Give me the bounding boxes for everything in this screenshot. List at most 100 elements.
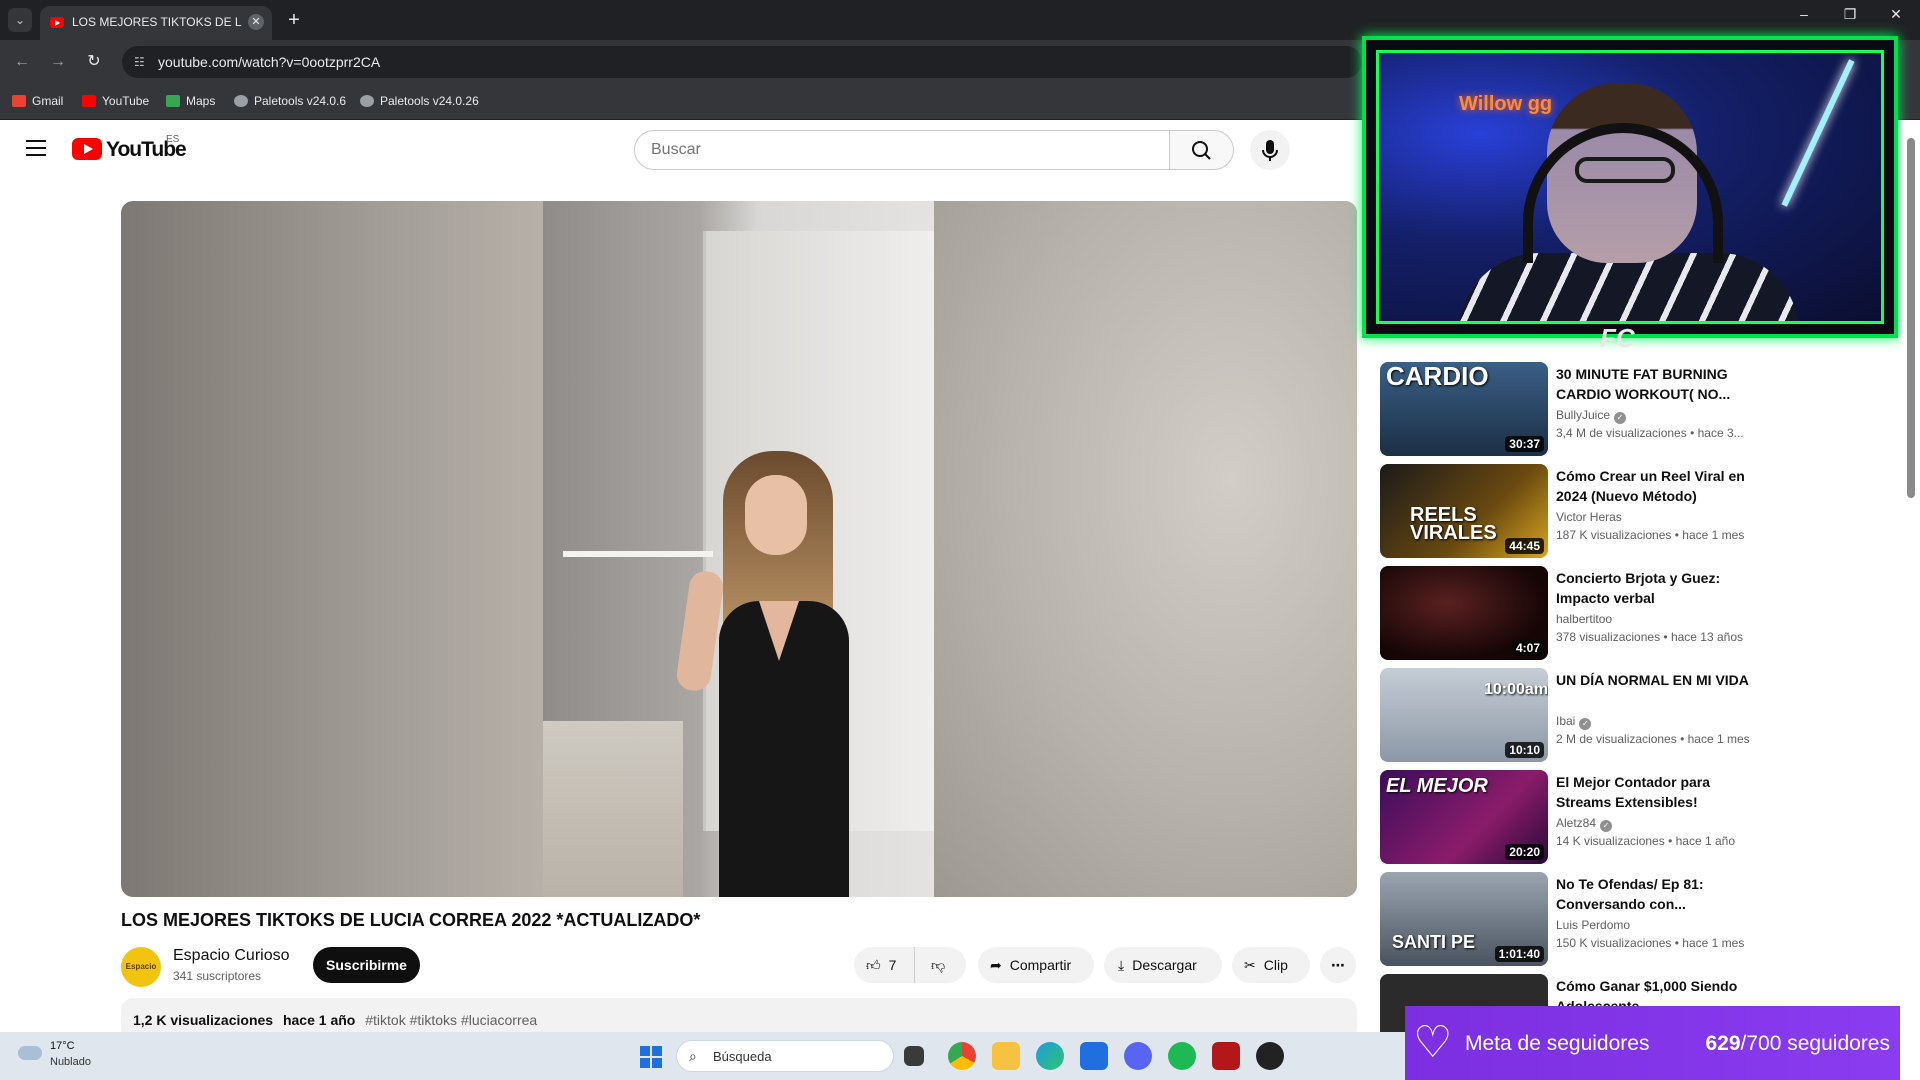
video-player[interactable]	[121, 201, 1357, 897]
task-view-icon[interactable]	[904, 1046, 924, 1066]
obs-icon[interactable]	[1256, 1042, 1284, 1070]
page-scrollbar[interactable]	[1902, 120, 1920, 1032]
bookmark-paletools-1[interactable]: Paletools v24.0.6	[234, 94, 346, 108]
recommended-channel[interactable]: BullyJuice	[1556, 408, 1610, 422]
download-button[interactable]: ⤓ Descargar	[1104, 947, 1222, 983]
taskbar-search-placeholder: Búsqueda	[713, 1049, 772, 1064]
recommended-channel[interactable]: Ibai	[1556, 714, 1575, 728]
goal-label: Meta de seguidores	[1465, 1032, 1650, 1055]
thumbs-down-icon: 👎︎	[931, 957, 946, 973]
channel-name[interactable]: Espacio Curioso	[173, 947, 290, 965]
video-thumbnail[interactable]: REELS VIRALES 44:45	[1380, 464, 1548, 558]
video-duration: 10:10	[1505, 742, 1544, 758]
recommended-video[interactable]: SANTI PE 1:01:40 No Te Ofendas/ Ep 81: C…	[1380, 872, 1780, 966]
browser-tabstrip: ⌄ LOS MEJORES TIKTOKS DE LUC ✕ + – ❐ ✕	[0, 0, 1920, 40]
menu-icon[interactable]	[26, 140, 46, 156]
close-window-button[interactable]: ✕	[1876, 6, 1916, 23]
microphone-icon	[1262, 140, 1278, 161]
webcam-scene: Willow gg	[1376, 50, 1884, 324]
voicemeeter-icon[interactable]	[1212, 1042, 1240, 1070]
reload-button[interactable]: ↻	[82, 50, 106, 74]
recommended-video[interactable]: CARDIO 30:37 30 MINUTE FAT BURNING CARDI…	[1380, 362, 1780, 456]
video-frame	[543, 201, 934, 897]
tab-close-icon[interactable]: ✕	[248, 14, 264, 30]
spotify-icon[interactable]	[1168, 1042, 1196, 1070]
minimize-button[interactable]: –	[1784, 6, 1824, 22]
weather-condition: Nublado	[50, 1056, 91, 1068]
video-thumbnail[interactable]: EL MEJOR 20:20	[1380, 770, 1548, 864]
recommended-title[interactable]: El Mejor Contador para Streams Extensibl…	[1556, 772, 1766, 812]
video-thumbnail[interactable]: CARDIO 30:37	[1380, 362, 1548, 456]
hashtags[interactable]: #tiktok #tiktoks #luciacorrea	[365, 1012, 537, 1028]
youtube-icon	[82, 95, 96, 107]
search-button[interactable]	[1170, 130, 1234, 170]
channel-avatar[interactable]: Espacio Curioso	[121, 947, 161, 987]
bookmark-youtube[interactable]: YouTube	[82, 94, 149, 108]
recommended-video[interactable]: REELS VIRALES 44:45 Cómo Crear un Reel V…	[1380, 464, 1780, 558]
verified-check-icon: ✓	[1579, 718, 1592, 730]
bookmark-paletools-2[interactable]: Paletools v24.0.26	[360, 94, 479, 108]
recommended-title[interactable]: Concierto Brjota y Guez: Impacto verbal	[1556, 568, 1766, 608]
store-icon[interactable]	[1080, 1042, 1108, 1070]
back-button[interactable]: ←	[10, 50, 34, 74]
recommended-title[interactable]: UN DÍA NORMAL EN MI VIDA	[1556, 670, 1766, 690]
recommended-video[interactable]: EL MEJOR 20:20 El Mejor Contador para St…	[1380, 770, 1780, 864]
video-title: LOS MEJORES TIKTOKS DE LUCIA CORREA 2022…	[121, 910, 701, 930]
restore-button[interactable]: ❐	[1830, 6, 1870, 23]
bookmark-gmail[interactable]: Gmail	[12, 94, 63, 108]
forward-button[interactable]: →	[46, 50, 70, 74]
file-explorer-icon[interactable]	[992, 1042, 1020, 1070]
voice-search-button[interactable]	[1250, 130, 1290, 170]
address-bar[interactable]: ☷ youtube.com/watch?v=0ootzprr2CA	[122, 46, 1362, 78]
verified-check-icon: ✓	[1614, 412, 1627, 424]
recommended-channel[interactable]: halbertitoo	[1556, 612, 1612, 626]
recommended-title[interactable]: No Te Ofendas/ Ep 81: Conversando con...	[1556, 874, 1766, 914]
bookmark-maps[interactable]: Maps	[166, 94, 215, 108]
site-info-icon[interactable]: ☷	[134, 55, 148, 69]
youtube-play-icon	[72, 138, 102, 160]
more-actions-button[interactable]: ⋯	[1320, 947, 1356, 983]
tab-list-button[interactable]: ⌄	[8, 8, 32, 32]
url-text: youtube.com/watch?v=0ootzprr2CA	[158, 54, 381, 70]
youtube-favicon-icon	[50, 17, 64, 28]
recommended-channel[interactable]: Aletz84	[1556, 816, 1596, 830]
goal-count: 629/700 seguidores	[1705, 1032, 1891, 1055]
video-thumbnail[interactable]: 4:07	[1380, 566, 1548, 660]
discord-icon[interactable]	[1124, 1042, 1152, 1070]
subscriber-count: 341 suscriptores	[173, 969, 262, 983]
edge-icon[interactable]	[1036, 1042, 1064, 1070]
recommended-channel[interactable]: Luis Perdomo	[1556, 918, 1630, 932]
like-button[interactable]: 👍︎ 7	[854, 947, 914, 983]
cloud-icon	[18, 1046, 42, 1060]
video-person	[674, 451, 893, 897]
neon-sign: Willow gg	[1459, 93, 1553, 115]
browser-tab-active[interactable]: LOS MEJORES TIKTOKS DE LUC ✕	[40, 6, 272, 40]
new-tab-button[interactable]: +	[282, 8, 306, 32]
blurred-background	[934, 201, 1357, 897]
tab-title: LOS MEJORES TIKTOKS DE LUC	[72, 15, 242, 29]
taskbar-search[interactable]: ⌕ Búsqueda	[676, 1040, 894, 1072]
windows-start-icon[interactable]	[640, 1046, 662, 1068]
subscribe-button[interactable]: Suscribirme	[313, 947, 420, 983]
search-input[interactable]	[635, 131, 1169, 169]
recommended-video[interactable]: 10:00am 10:10 UN DÍA NORMAL EN MI VIDA I…	[1380, 668, 1780, 762]
verified-check-icon: ✓	[1600, 820, 1613, 832]
streamer-webcam-overlay: Willow gg FC	[1362, 36, 1898, 353]
clip-button[interactable]: ✂ Clip	[1232, 947, 1310, 983]
view-count: 1,2 K visualizaciones	[133, 1012, 274, 1028]
video-duration: 30:37	[1505, 436, 1544, 452]
video-duration: 44:45	[1505, 538, 1544, 554]
maps-icon	[166, 95, 180, 107]
dislike-button[interactable]: 👎︎	[914, 947, 966, 983]
share-button[interactable]: ➦ Compartir	[978, 947, 1094, 983]
search-box	[634, 130, 1170, 170]
video-thumbnail[interactable]: SANTI PE 1:01:40	[1380, 872, 1548, 966]
recommended-title[interactable]: 30 MINUTE FAT BURNING CARDIO WORKOUT( NO…	[1556, 364, 1766, 404]
recommended-video[interactable]: 4:07 Concierto Brjota y Guez: Impacto ve…	[1380, 566, 1780, 660]
video-thumbnail[interactable]: 10:00am 10:10	[1380, 668, 1548, 762]
chrome-icon[interactable]	[948, 1042, 976, 1070]
share-icon: ➦	[990, 957, 1002, 973]
scrollbar-thumb[interactable]	[1907, 138, 1915, 498]
recommended-channel[interactable]: Victor Heras	[1556, 510, 1622, 524]
recommended-title[interactable]: Cómo Crear un Reel Viral en 2024 (Nuevo …	[1556, 466, 1766, 506]
